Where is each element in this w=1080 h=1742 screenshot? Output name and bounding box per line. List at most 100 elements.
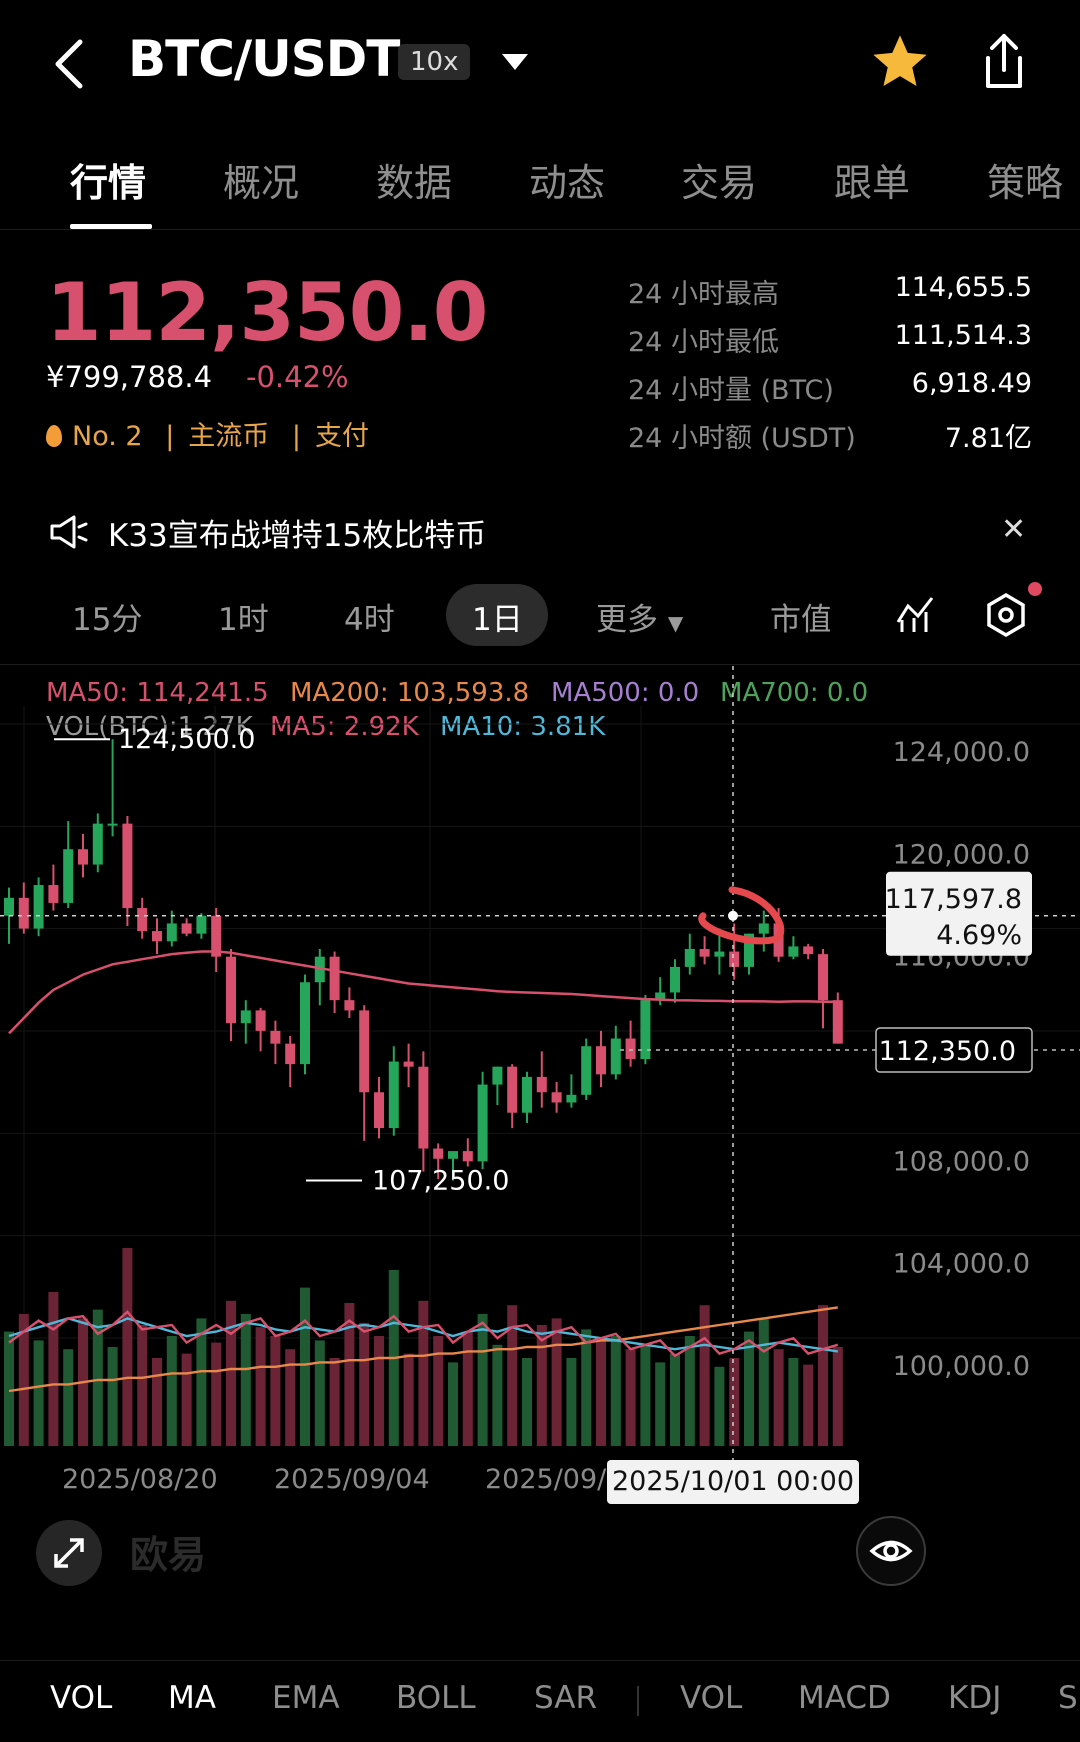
x-tick-label: 2025/09/ xyxy=(485,1464,607,1495)
candle-body xyxy=(344,1000,355,1011)
kline-chart[interactable]: 124,000.0120,000.0116,000.0112,000.0108,… xyxy=(0,666,1080,1660)
interval-4h[interactable]: 4时 xyxy=(344,594,395,639)
volume-bar xyxy=(640,1344,651,1446)
tab-trade[interactable]: 交易 xyxy=(681,152,757,207)
expand-icon xyxy=(54,1538,84,1568)
candle-body xyxy=(522,1076,532,1113)
pair-dropdown-icon[interactable] xyxy=(502,54,528,70)
interval-more[interactable]: 更多 ▼ xyxy=(596,594,683,639)
candle-body xyxy=(596,1046,606,1075)
candle-body xyxy=(226,956,236,1024)
volume-bar xyxy=(137,1325,148,1446)
indicator-ma[interactable]: MA xyxy=(168,1680,216,1716)
share-icon[interactable] xyxy=(976,30,1032,94)
candle-body xyxy=(448,1151,458,1159)
candle-body xyxy=(107,823,118,826)
indicator-chart-icon[interactable] xyxy=(894,592,938,636)
candle-body xyxy=(788,946,799,957)
interval-market-cap[interactable]: 市值 xyxy=(770,594,830,639)
candle-body xyxy=(300,982,310,1065)
price-cny: ¥799,788.4 xyxy=(46,360,213,394)
volume-bar xyxy=(655,1362,666,1446)
tag-mainstream[interactable]: 主流币 xyxy=(188,421,269,452)
volume-bar xyxy=(596,1340,606,1446)
indicator-macd[interactable]: MACD xyxy=(798,1680,891,1716)
eye-icon xyxy=(869,1540,913,1562)
fullscreen-button[interactable] xyxy=(36,1520,102,1586)
candle-body xyxy=(670,966,680,993)
interval-1d[interactable]: 1日 xyxy=(472,594,523,639)
indicator-more[interactable]: S xyxy=(1058,1680,1080,1716)
candle-body xyxy=(462,1151,473,1162)
indicator-boll[interactable]: BOLL xyxy=(396,1680,476,1716)
candle-body xyxy=(4,897,14,916)
candle-body xyxy=(566,1094,577,1103)
tab-market[interactable]: 行情 xyxy=(70,152,146,207)
volume-bar xyxy=(714,1366,725,1446)
volume-bar xyxy=(270,1336,281,1446)
candle-body xyxy=(329,956,340,1001)
stat-low-value: 111,514.3 xyxy=(894,320,1032,351)
candle-body xyxy=(181,923,192,934)
volume-bar xyxy=(48,1292,59,1446)
megaphone-icon xyxy=(50,515,88,549)
volume-bar xyxy=(4,1331,14,1446)
interval-1h[interactable]: 1时 xyxy=(218,594,269,639)
fire-icon xyxy=(46,425,62,447)
visibility-toggle[interactable] xyxy=(856,1516,926,1586)
interval-15m[interactable]: 15分 xyxy=(72,594,142,639)
indicator-kdj[interactable]: KDJ xyxy=(948,1680,1001,1716)
volume-bar xyxy=(832,1347,843,1446)
news-headline[interactable]: K33宣布战增持15枚比特币 xyxy=(108,510,486,555)
candle-body xyxy=(684,948,695,967)
crosshair-dot xyxy=(728,910,738,921)
candle-body xyxy=(403,1061,414,1067)
candle-body xyxy=(92,823,103,865)
candle-body xyxy=(581,1046,592,1095)
candle-body xyxy=(359,1010,370,1093)
candle-body xyxy=(699,948,710,957)
indicator-ema[interactable]: EMA xyxy=(272,1680,340,1716)
indicator-vol-sub[interactable]: VOL xyxy=(680,1680,742,1716)
candle-body xyxy=(818,954,828,1001)
y-tick-label: 100,000.0 xyxy=(893,1351,1030,1382)
candle-body xyxy=(610,1038,621,1075)
volume-bar xyxy=(773,1349,784,1446)
volume-bar xyxy=(729,1358,740,1446)
indicator-sar[interactable]: SAR xyxy=(534,1680,597,1716)
volume-bar xyxy=(684,1336,695,1446)
indicator-vol-main[interactable]: VOL xyxy=(50,1680,112,1716)
volume-bar xyxy=(581,1329,592,1446)
candle-body xyxy=(388,1061,399,1129)
stat-volume-value: 6,918.49 xyxy=(911,368,1032,399)
stat-high-value: 114,655.5 xyxy=(894,272,1032,303)
close-icon[interactable]: ✕ xyxy=(1001,512,1026,547)
candle-body xyxy=(63,849,74,903)
candle-body xyxy=(714,951,725,957)
trading-pair-title[interactable]: BTC/USDT xyxy=(128,30,400,88)
back-arrow-icon[interactable] xyxy=(50,36,90,92)
stat-high-label: 24 小时最高 xyxy=(628,279,779,310)
tab-data[interactable]: 数据 xyxy=(376,152,452,207)
y-tick-label: 108,000.0 xyxy=(893,1146,1030,1177)
tab-strategy[interactable]: 策略 xyxy=(987,152,1080,207)
y-tick-label: 120,000.0 xyxy=(893,839,1030,870)
candle-body xyxy=(433,1148,444,1159)
volume-bar xyxy=(300,1287,310,1446)
tab-copy-trade[interactable]: 跟单 xyxy=(834,152,910,207)
volume-bar xyxy=(33,1340,44,1446)
candle-body xyxy=(477,1084,488,1162)
volume-bar xyxy=(625,1349,636,1446)
favorite-star-icon[interactable] xyxy=(868,30,932,94)
volume-bar xyxy=(107,1347,118,1446)
candle-body xyxy=(551,1092,562,1103)
tag-payment[interactable]: 支付 xyxy=(315,421,369,452)
volume-bar xyxy=(818,1305,828,1446)
candle-body xyxy=(832,1000,843,1044)
candle-body xyxy=(33,885,44,929)
candle-body xyxy=(492,1066,503,1085)
tab-news[interactable]: 动态 xyxy=(529,152,605,207)
candle-body xyxy=(625,1038,636,1059)
settings-icon[interactable] xyxy=(984,592,1028,638)
tab-overview[interactable]: 概况 xyxy=(223,152,299,207)
